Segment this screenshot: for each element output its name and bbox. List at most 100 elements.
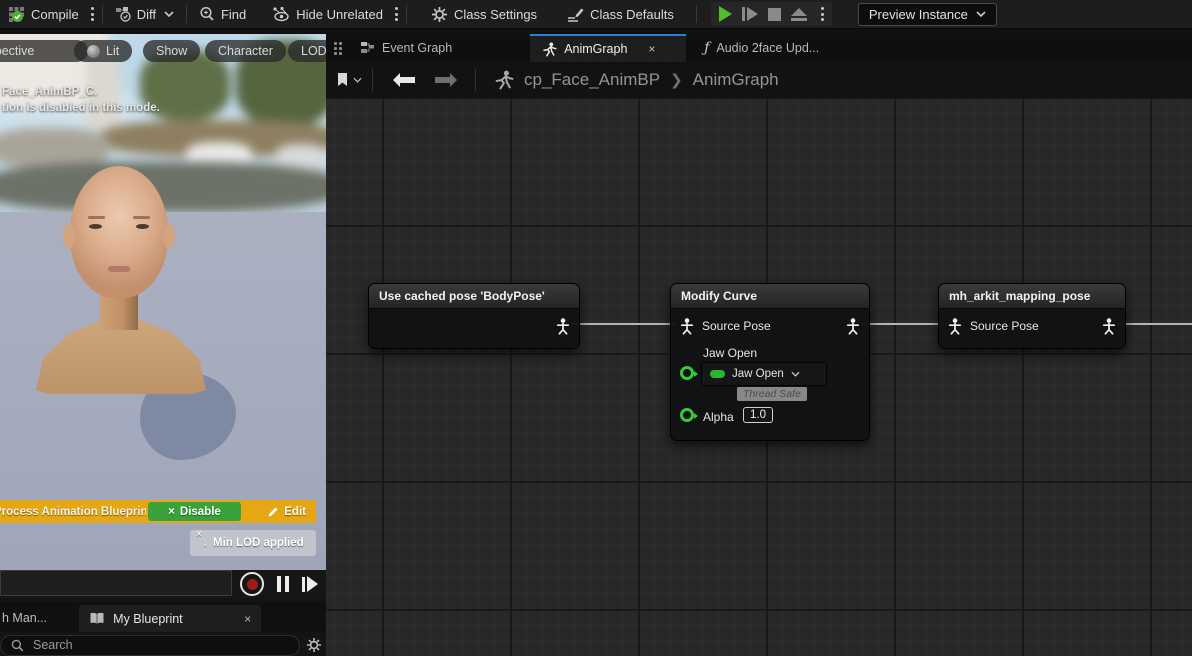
playback-bar bbox=[0, 570, 326, 598]
play-options-menu-icon[interactable] bbox=[817, 7, 824, 21]
graph-canvas[interactable]: cp_Face_AnimBP ❯ AnimGraph Use cached po… bbox=[326, 62, 1192, 656]
hide-unrelated-button[interactable]: Hide Unrelated bbox=[264, 0, 391, 28]
show-dropdown[interactable]: Show bbox=[143, 40, 201, 62]
breadcrumb-current[interactable]: AnimGraph bbox=[693, 70, 779, 90]
search-settings-gear-icon[interactable] bbox=[306, 637, 322, 653]
preview-panel: Perspective Lit Show Character LOD Auto … bbox=[0, 34, 327, 656]
source-pose-label: Source Pose bbox=[702, 319, 771, 333]
forward-arrow-icon[interactable] bbox=[433, 72, 459, 88]
search-icon bbox=[11, 639, 24, 652]
pause-icon[interactable] bbox=[277, 576, 289, 592]
tab-audio-2face[interactable]: ƒ Audio 2face Upd... bbox=[692, 34, 831, 62]
chevron-down-icon bbox=[164, 11, 174, 17]
tab-event-graph[interactable]: Event Graph bbox=[348, 34, 464, 62]
class-defaults-icon bbox=[567, 6, 584, 22]
class-settings-button[interactable]: Class Settings bbox=[423, 0, 545, 28]
pose-output-pin-icon[interactable] bbox=[846, 317, 860, 335]
hide-unrelated-options-menu-icon[interactable] bbox=[391, 7, 402, 21]
stop-icon[interactable] bbox=[767, 7, 781, 21]
tab-my-blueprint[interactable]: My Blueprint × bbox=[79, 605, 262, 632]
toolbar-divider bbox=[101, 5, 103, 23]
search-box[interactable] bbox=[0, 634, 300, 656]
divider bbox=[475, 69, 476, 91]
record-icon[interactable] bbox=[240, 572, 264, 596]
disable-label: Disable bbox=[179, 505, 221, 518]
pose-input-pin-icon[interactable] bbox=[680, 317, 694, 335]
hide-unrelated-label: Hide Unrelated bbox=[296, 6, 383, 22]
graph-editor: Event Graph AnimGraph × ƒ Audio 2face Up… bbox=[326, 34, 1192, 656]
curve-pin-icon[interactable] bbox=[680, 366, 698, 380]
curve-value-dropdown[interactable]: Jaw Open bbox=[701, 362, 827, 386]
eject-icon[interactable] bbox=[790, 7, 807, 21]
find-button[interactable]: Find bbox=[191, 0, 254, 28]
close-icon: × bbox=[168, 505, 175, 518]
tab-animgraph[interactable]: AnimGraph × bbox=[530, 34, 687, 62]
my-blueprint-label: My Blueprint bbox=[113, 611, 183, 626]
close-icon[interactable]: × bbox=[244, 612, 251, 626]
animgraph-run-icon bbox=[542, 42, 557, 57]
class-defaults-button[interactable]: Class Defaults bbox=[559, 0, 682, 28]
compile-icon bbox=[8, 6, 25, 23]
search-input[interactable] bbox=[31, 637, 265, 653]
alpha-value-input[interactable]: 1.0 bbox=[743, 407, 773, 423]
hide-unrelated-icon bbox=[272, 6, 290, 22]
pose-output-pin-icon[interactable] bbox=[1102, 317, 1116, 335]
curve-capsule-icon bbox=[710, 370, 725, 378]
preview-instance-dropdown[interactable]: Preview Instance bbox=[857, 2, 997, 26]
tab-partial[interactable]: h Man... bbox=[0, 611, 51, 632]
bookmark-dropdown[interactable] bbox=[336, 72, 362, 88]
wire-modifycurve-to-mapping bbox=[862, 323, 944, 325]
node-title: Use cached pose 'BodyPose' bbox=[369, 284, 579, 309]
character-dropdown[interactable]: Character bbox=[205, 40, 286, 62]
lod-auto-dropdown[interactable]: LOD Auto bbox=[288, 40, 326, 62]
class-defaults-label: Class Defaults bbox=[590, 6, 674, 22]
toolbar-divider bbox=[695, 5, 697, 23]
lit-dropdown[interactable]: Lit bbox=[74, 40, 133, 62]
toolbar-divider bbox=[405, 5, 407, 23]
character-label: Character bbox=[218, 44, 273, 58]
compile-button[interactable]: Compile bbox=[0, 0, 87, 28]
tab-well-grip-icon[interactable] bbox=[334, 41, 342, 55]
badge-close-icon[interactable]: × bbox=[196, 529, 202, 540]
viewport-overlay-line2: tion is disabled in this mode. bbox=[2, 102, 160, 114]
find-label: Find bbox=[220, 6, 247, 22]
graph-breadcrumb-bar: cp_Face_AnimBP ❯ AnimGraph bbox=[326, 62, 1192, 98]
character-preview bbox=[36, 164, 206, 444]
disable-button[interactable]: × Disable bbox=[148, 502, 241, 521]
frame-skip-icon[interactable] bbox=[741, 7, 758, 21]
node-title: mh_arkit_mapping_pose bbox=[939, 284, 1125, 309]
min-lod-badge[interactable]: × ↓ Min LOD applied bbox=[190, 529, 316, 556]
diff-button[interactable]: Diff bbox=[107, 0, 182, 28]
alpha-pin-icon[interactable] bbox=[680, 408, 698, 422]
pose-output-pin-icon[interactable] bbox=[556, 317, 570, 335]
show-label: Show bbox=[156, 44, 188, 58]
back-arrow-icon[interactable] bbox=[391, 72, 417, 88]
post-process-label: Process Animation Blueprint bbox=[0, 505, 146, 518]
compile-label: Compile bbox=[31, 6, 79, 22]
lit-label: Lit bbox=[106, 44, 120, 58]
node-use-cached-pose[interactable]: Use cached pose 'BodyPose' bbox=[368, 283, 580, 349]
play-icon[interactable] bbox=[718, 6, 732, 22]
node-modify-curve[interactable]: Modify Curve Source Pose Jaw Open Jaw Op… bbox=[670, 283, 870, 441]
timeline-scrubber[interactable] bbox=[0, 570, 232, 596]
divider bbox=[372, 69, 373, 91]
node-mh-arkit-mapping-pose[interactable]: mh_arkit_mapping_pose Source Pose bbox=[938, 283, 1126, 349]
breadcrumb-root[interactable]: cp_Face_AnimBP bbox=[524, 70, 660, 90]
preview-instance-label: Preview Instance bbox=[868, 6, 968, 22]
curve-value-label: Jaw Open bbox=[732, 368, 784, 380]
search-icon bbox=[199, 6, 215, 22]
pose-input-pin-icon[interactable] bbox=[948, 317, 962, 335]
step-forward-icon[interactable] bbox=[302, 576, 318, 592]
alpha-label: Alpha bbox=[703, 410, 734, 424]
my-blueprint-search-row bbox=[0, 634, 326, 656]
lit-sphere-icon bbox=[87, 44, 100, 58]
compile-options-menu-icon[interactable] bbox=[87, 7, 98, 21]
preview-viewport[interactable]: Perspective Lit Show Character LOD Auto … bbox=[0, 34, 326, 570]
close-icon[interactable]: × bbox=[648, 42, 655, 56]
chevron-down-icon bbox=[353, 77, 362, 83]
post-process-bar: Process Animation Blueprint × Disable Ed… bbox=[0, 500, 316, 523]
event-graph-label: Event Graph bbox=[382, 41, 453, 55]
lod-badge-label: Min LOD applied bbox=[213, 537, 304, 549]
gear-icon bbox=[431, 6, 448, 23]
edit-button[interactable]: Edit bbox=[267, 502, 306, 521]
